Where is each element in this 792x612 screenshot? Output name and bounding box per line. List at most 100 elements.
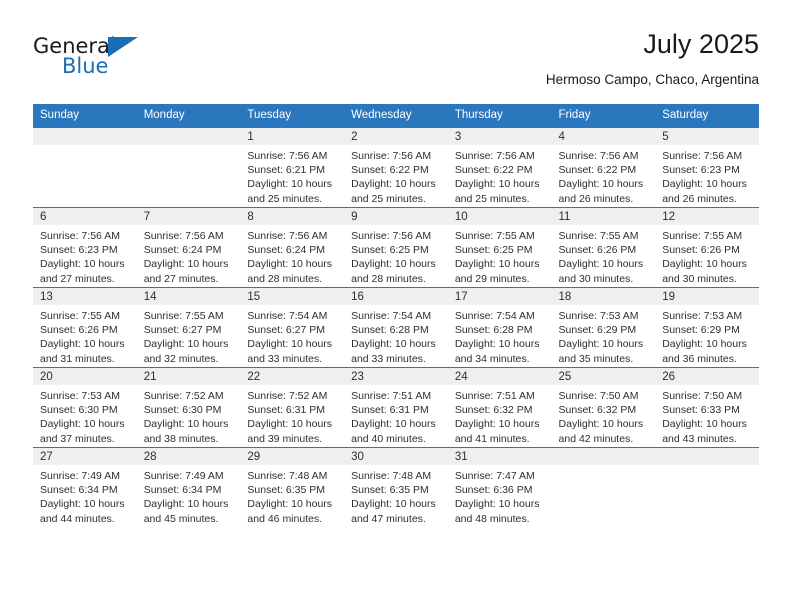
day-details: Sunrise: 7:54 AM Sunset: 6:28 PM Daylight:… (448, 305, 552, 366)
daylight-text: Daylight: 10 hours and 42 minutes. (558, 418, 644, 445)
sunrise-sunset-calendar: Sunday Monday Tuesday Wednesday Thursday… (33, 104, 759, 527)
sunrise-text: Sunrise: 7:56 AM (351, 150, 432, 162)
daylight-text: Daylight: 10 hours and 46 minutes. (247, 498, 333, 525)
day-number: 18 (551, 288, 656, 305)
weekday-header-wednesday: Wednesday (344, 104, 448, 128)
day-details: Sunrise: 7:56 AM Sunset: 6:24 PM Daylight:… (240, 225, 344, 286)
day-details: Sunrise: 7:53 AM Sunset: 6:30 PM Daylight:… (33, 385, 137, 446)
day-number: 29 (240, 448, 345, 465)
sunset-text: Sunset: 6:33 PM (662, 404, 740, 417)
sunset-text: Sunset: 6:31 PM (247, 404, 326, 417)
daylight-text: Daylight: 10 hours and 29 minutes. (454, 258, 540, 285)
daylight-text: Daylight: 10 hours and 35 minutes. (558, 338, 644, 365)
day-details: Sunrise: 7:55 AM Sunset: 6:26 PM Daylight:… (552, 225, 656, 286)
calendar-day-cell[interactable]: 9 Sunrise: 7:56 AM Sunset: 6:25 PM Daylight… (344, 207, 448, 288)
sunset-text: Sunset: 6:23 PM (40, 244, 118, 257)
calendar-day-cell[interactable]: 30 Sunrise: 7:48 AM Sunset: 6:35 PM Dayligh… (344, 447, 448, 527)
day-number: 28 (136, 448, 241, 465)
calendar-day-cell[interactable]: 24 Sunrise: 7:51 AM Sunset: 6:32 PM Dayligh… (447, 367, 552, 448)
calendar-week-row: 1 Sunrise: 7:56 AM Sunset: 6:21 PM Daylight… (33, 127, 759, 208)
day-number: 17 (447, 288, 552, 305)
day-number: 24 (447, 368, 552, 385)
sunset-text: Sunset: 6:32 PM (454, 404, 533, 417)
day-number: 26 (655, 368, 759, 385)
sunrise-text: Sunrise: 7:55 AM (143, 310, 224, 322)
daylight-text: Daylight: 10 hours and 25 minutes. (351, 178, 436, 205)
sunrise-text: Sunrise: 7:56 AM (247, 230, 328, 242)
calendar-day-cell[interactable]: 29 Sunrise: 7:48 AM Sunset: 6:35 PM Dayligh… (240, 447, 345, 527)
sunset-text: Sunset: 6:34 PM (40, 484, 118, 497)
sunrise-text: Sunrise: 7:50 AM (662, 390, 743, 402)
daylight-text: Daylight: 10 hours and 32 minutes. (143, 338, 229, 365)
day-number: 19 (655, 288, 759, 305)
sunrise-text: Sunrise: 7:55 AM (558, 230, 639, 242)
calendar-day-cell[interactable]: 16 Sunrise: 7:54 AM Sunset: 6:28 PM Dayligh… (344, 287, 448, 368)
calendar-day-cell[interactable]: 8 Sunrise: 7:56 AM Sunset: 6:24 PM Daylight… (240, 207, 345, 288)
calendar-day-cell[interactable]: 7 Sunrise: 7:56 AM Sunset: 6:24 PM Daylight… (136, 207, 241, 288)
day-number: 23 (344, 368, 448, 385)
sunset-text: Sunset: 6:36 PM (454, 484, 533, 497)
day-number: 25 (551, 368, 656, 385)
calendar-day-cell[interactable]: 2 Sunrise: 7:56 AM Sunset: 6:22 PM Daylight… (344, 127, 448, 208)
calendar-day-cell[interactable]: 20 Sunrise: 7:53 AM Sunset: 6:30 PM Dayligh… (33, 367, 137, 448)
calendar-day-cell[interactable]: 12 Sunrise: 7:55 AM Sunset: 6:26 PM Dayligh… (655, 207, 759, 288)
day-details: Sunrise: 7:56 AM Sunset: 6:25 PM Daylight:… (344, 225, 448, 286)
sunset-text: Sunset: 6:22 PM (558, 164, 637, 177)
day-details: Sunrise: 7:55 AM Sunset: 6:26 PM Daylight:… (33, 305, 137, 366)
calendar-day-cell[interactable]: 1 Sunrise: 7:56 AM Sunset: 6:21 PM Daylight… (240, 127, 345, 208)
sunset-text: Sunset: 6:27 PM (247, 324, 326, 337)
calendar-day-cell[interactable]: 14 Sunrise: 7:55 AM Sunset: 6:27 PM Dayligh… (136, 287, 241, 368)
day-details: Sunrise: 7:56 AM Sunset: 6:24 PM Daylight:… (137, 225, 241, 286)
day-details: Sunrise: 7:51 AM Sunset: 6:32 PM Daylight:… (448, 385, 552, 446)
calendar-day-cell[interactable]: 13 Sunrise: 7:55 AM Sunset: 6:26 PM Dayligh… (33, 287, 137, 368)
day-number: 8 (240, 208, 345, 225)
sunset-text: Sunset: 6:21 PM (247, 164, 326, 177)
calendar-day-cell[interactable]: 4 Sunrise: 7:56 AM Sunset: 6:22 PM Daylight… (551, 127, 656, 208)
calendar-day-cell[interactable]: 27 Sunrise: 7:49 AM Sunset: 6:34 PM Dayligh… (33, 447, 137, 527)
calendar-day-cell[interactable]: 3 Sunrise: 7:56 AM Sunset: 6:22 PM Daylight… (447, 127, 552, 208)
daylight-text: Daylight: 10 hours and 33 minutes. (351, 338, 436, 365)
calendar-day-cell[interactable]: 5 Sunrise: 7:56 AM Sunset: 6:23 PM Daylight… (655, 127, 759, 208)
daylight-text: Daylight: 10 hours and 36 minutes. (662, 338, 747, 365)
day-number: 6 (33, 208, 137, 225)
day-number: 2 (344, 128, 448, 145)
calendar-day-cell[interactable]: 18 Sunrise: 7:53 AM Sunset: 6:29 PM Dayligh… (551, 287, 656, 368)
day-number: 7 (136, 208, 241, 225)
calendar-day-cell[interactable]: 10 Sunrise: 7:55 AM Sunset: 6:25 PM Dayligh… (447, 207, 552, 288)
sunset-text: Sunset: 6:29 PM (662, 324, 740, 337)
sunset-text: Sunset: 6:31 PM (351, 404, 429, 417)
sunset-text: Sunset: 6:23 PM (662, 164, 740, 177)
day-number (33, 128, 137, 145)
sunrise-text: Sunrise: 7:56 AM (351, 230, 432, 242)
calendar-day-cell[interactable]: 11 Sunrise: 7:55 AM Sunset: 6:26 PM Dayligh… (551, 207, 656, 288)
sunset-text: Sunset: 6:22 PM (454, 164, 533, 177)
calendar-day-cell[interactable]: 31 Sunrise: 7:47 AM Sunset: 6:36 PM Dayligh… (447, 447, 552, 527)
calendar-day-cell[interactable]: 23 Sunrise: 7:51 AM Sunset: 6:31 PM Dayligh… (344, 367, 448, 448)
sunset-text: Sunset: 6:34 PM (143, 484, 222, 497)
calendar-day-cell[interactable]: 17 Sunrise: 7:54 AM Sunset: 6:28 PM Dayligh… (447, 287, 552, 368)
calendar-day-cell[interactable]: 26 Sunrise: 7:50 AM Sunset: 6:33 PM Dayligh… (655, 367, 759, 448)
day-details: Sunrise: 7:51 AM Sunset: 6:31 PM Daylight:… (344, 385, 448, 446)
calendar-day-cell[interactable]: 19 Sunrise: 7:53 AM Sunset: 6:29 PM Dayligh… (655, 287, 759, 368)
calendar-day-cell[interactable]: 15 Sunrise: 7:54 AM Sunset: 6:27 PM Dayligh… (240, 287, 345, 368)
day-number: 27 (33, 448, 137, 465)
calendar-day-cell[interactable]: 22 Sunrise: 7:52 AM Sunset: 6:31 PM Dayligh… (240, 367, 345, 448)
sunrise-text: Sunrise: 7:53 AM (558, 310, 639, 322)
sunrise-text: Sunrise: 7:55 AM (662, 230, 743, 242)
sunrise-text: Sunrise: 7:50 AM (558, 390, 639, 402)
day-number (136, 128, 241, 145)
sunrise-text: Sunrise: 7:52 AM (247, 390, 328, 402)
sunrise-text: Sunrise: 7:56 AM (454, 150, 535, 162)
calendar-day-cell[interactable]: 25 Sunrise: 7:50 AM Sunset: 6:32 PM Dayligh… (551, 367, 656, 448)
sunrise-text: Sunrise: 7:56 AM (247, 150, 328, 162)
calendar-day-cell[interactable]: 6 Sunrise: 7:56 AM Sunset: 6:23 PM Daylight… (33, 207, 137, 288)
calendar-empty-cell (655, 447, 759, 527)
day-details: Sunrise: 7:54 AM Sunset: 6:28 PM Daylight:… (344, 305, 448, 366)
page-title: July 2025 (643, 29, 759, 59)
calendar-day-cell[interactable]: 28 Sunrise: 7:49 AM Sunset: 6:34 PM Dayligh… (136, 447, 241, 527)
day-details: Sunrise: 7:53 AM Sunset: 6:29 PM Daylight:… (552, 305, 656, 366)
calendar-day-cell[interactable]: 21 Sunrise: 7:52 AM Sunset: 6:30 PM Dayligh… (136, 367, 241, 448)
general-blue-logo[interactable]: General Blue (33, 34, 213, 90)
sunset-text: Sunset: 6:30 PM (143, 404, 222, 417)
daylight-text: Daylight: 10 hours and 31 minutes. (40, 338, 125, 365)
